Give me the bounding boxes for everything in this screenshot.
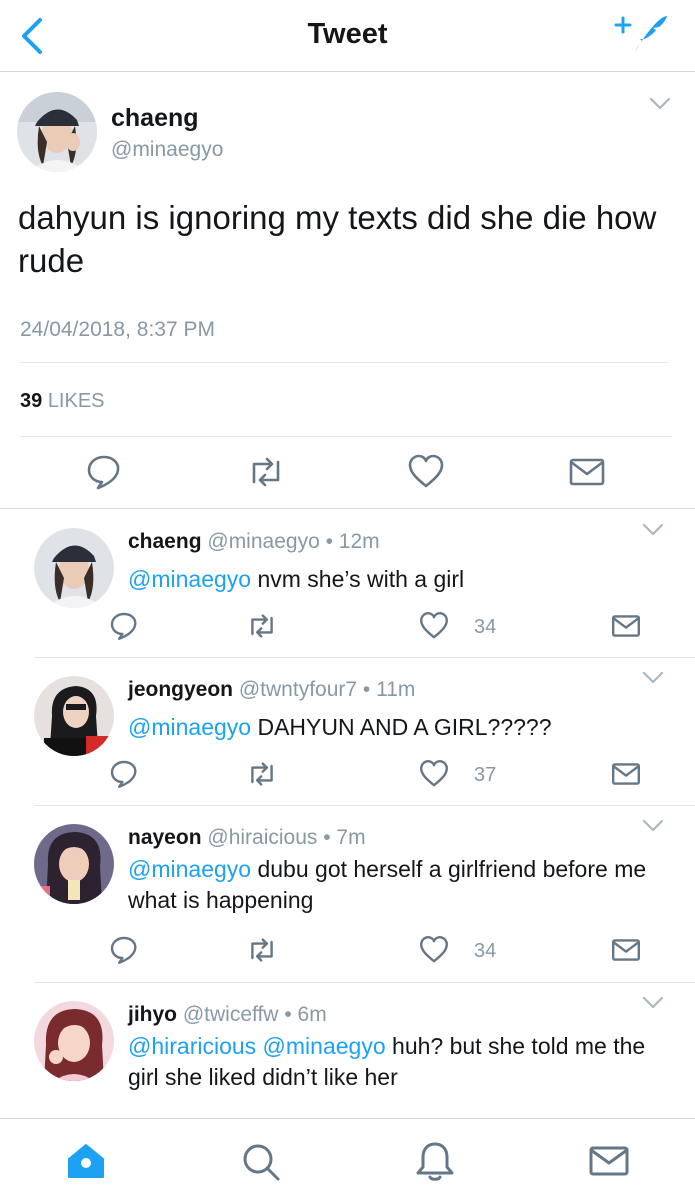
home-icon[interactable]: [64, 1139, 108, 1183]
bottom-tab-bar: [0, 1118, 695, 1200]
mention-link[interactable]: @minaegyo: [128, 566, 251, 592]
page-title: Tweet: [307, 18, 388, 50]
reply-header: jeongyeon @twntyfour7 • 11m: [128, 678, 415, 702]
likes-label: LIKES: [47, 390, 105, 412]
like-heart-icon[interactable]: [418, 934, 450, 966]
reply-icon[interactable]: [84, 452, 124, 492]
notifications-icon[interactable]: [413, 1139, 457, 1183]
messages-icon[interactable]: [587, 1139, 631, 1183]
reply-body: nvm she’s with a girl: [251, 566, 465, 592]
author-name[interactable]: jeongyeon: [128, 678, 233, 701]
retweet-icon[interactable]: [246, 934, 278, 966]
avatar[interactable]: [34, 528, 114, 608]
mention-link[interactable]: @minaegyo: [128, 856, 251, 882]
retweet-icon[interactable]: [246, 758, 278, 790]
divider: [34, 805, 695, 806]
author-name[interactable]: chaeng: [128, 530, 202, 553]
like-heart-icon[interactable]: [418, 610, 450, 642]
direct-message-icon[interactable]: [610, 758, 642, 790]
reply-icon[interactable]: [108, 610, 140, 642]
chevron-down-icon[interactable]: [648, 96, 672, 112]
top-nav-bar: Tweet: [0, 0, 695, 72]
retweet-icon[interactable]: [246, 610, 278, 642]
reply-text: @minaegyo nvm she’s with a girl: [128, 564, 668, 595]
divider: [34, 982, 695, 983]
reply-header: jihyo @twiceffw • 6m: [128, 1003, 327, 1027]
mention-link[interactable]: @minaegyo: [128, 714, 251, 740]
direct-message-icon[interactable]: [567, 452, 607, 492]
chevron-down-icon[interactable]: [641, 670, 665, 686]
author-handle[interactable]: @twntyfour7: [239, 678, 357, 701]
author-handle[interactable]: @minaegyo: [111, 138, 223, 162]
reply-time: • 6m: [284, 1003, 327, 1026]
reply-header: nayeon @hiraicious • 7m: [128, 826, 366, 850]
chevron-down-icon[interactable]: [641, 818, 665, 834]
section-divider: [0, 508, 695, 509]
direct-message-icon[interactable]: [610, 610, 642, 642]
author-name[interactable]: nayeon: [128, 826, 202, 849]
reply-text: @minaegyo dubu got herself a girlfriend …: [128, 854, 668, 916]
author-handle[interactable]: @minaegyo: [207, 530, 319, 553]
divider: [34, 657, 695, 658]
author-name[interactable]: jihyo: [128, 1003, 177, 1026]
reply-header: chaeng @minaegyo • 12m: [128, 530, 380, 554]
reply-body: DAHYUN AND A GIRL?????: [251, 714, 552, 740]
chevron-down-icon[interactable]: [641, 522, 665, 538]
tweet-actions: [0, 452, 695, 496]
reply-icon[interactable]: [108, 758, 140, 790]
chevron-down-icon[interactable]: [641, 995, 665, 1011]
divider: [20, 362, 668, 363]
tweet-timestamp: 24/04/2018, 8:37 PM: [20, 318, 215, 341]
compose-tweet-icon[interactable]: [613, 12, 671, 58]
reply-time: • 7m: [323, 826, 366, 849]
like-count: 37: [474, 764, 497, 786]
reply-icon[interactable]: [108, 934, 140, 966]
mention-link[interactable]: @hiraricious @minaegyo: [128, 1033, 386, 1059]
reply-text: @minaegyo DAHYUN AND A GIRL?????: [128, 712, 668, 743]
reply-time: • 12m: [325, 530, 380, 553]
avatar[interactable]: [17, 92, 97, 172]
author-handle[interactable]: @hiraicious: [207, 826, 317, 849]
retweet-icon[interactable]: [246, 452, 286, 492]
like-count: 34: [474, 940, 497, 962]
author-name[interactable]: chaeng: [111, 104, 199, 133]
avatar[interactable]: [34, 824, 114, 904]
likes-count: 39: [20, 390, 43, 412]
avatar[interactable]: [34, 676, 114, 756]
reply-text: @hiraricious @minaegyo huh? but she told…: [128, 1031, 668, 1093]
reply-time: • 11m: [362, 678, 416, 701]
like-count: 34: [474, 616, 497, 638]
avatar[interactable]: [34, 1001, 114, 1081]
divider: [20, 436, 672, 437]
tweet-text: dahyun is ignoring my texts did she die …: [18, 199, 657, 279]
like-heart-icon[interactable]: [406, 452, 446, 492]
likes-summary[interactable]: 39 LIKES: [20, 390, 105, 413]
direct-message-icon[interactable]: [610, 934, 642, 966]
search-icon[interactable]: [238, 1139, 282, 1183]
like-heart-icon[interactable]: [418, 758, 450, 790]
author-handle[interactable]: @twiceffw: [183, 1003, 279, 1026]
